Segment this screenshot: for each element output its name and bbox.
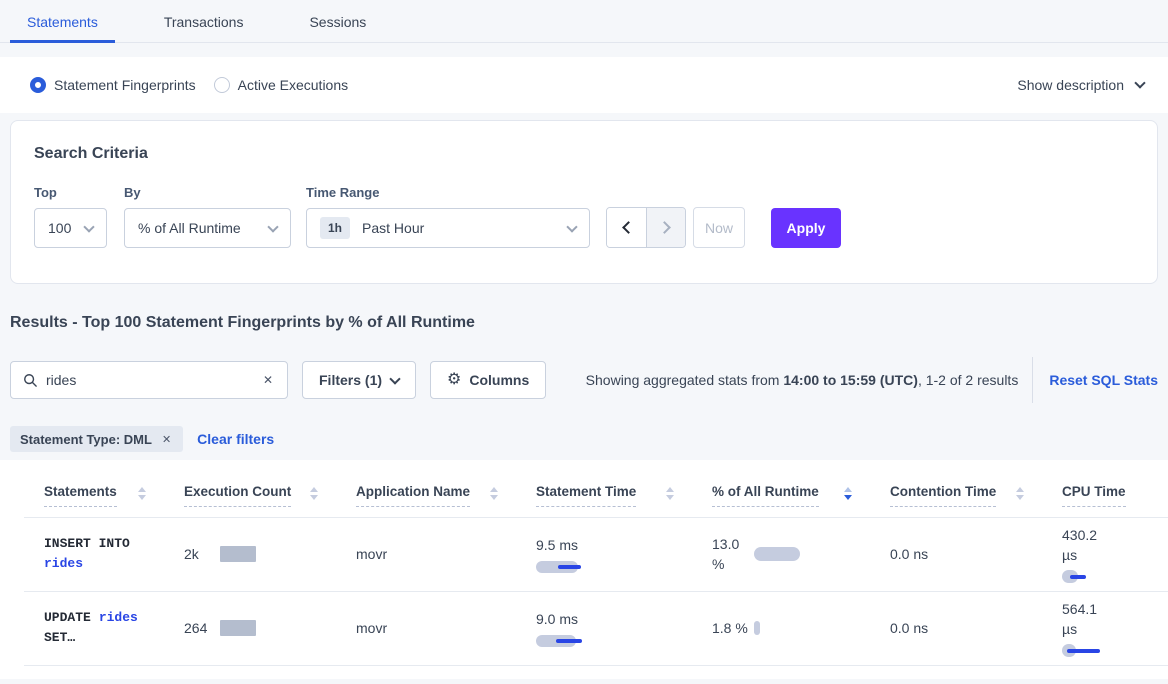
column-header-statements[interactable]: Statements <box>24 460 164 517</box>
cpu-time-cell: 430.2 µs <box>1042 517 1168 591</box>
pct-runtime-bar <box>754 547 800 561</box>
radio-label: Active Executions <box>238 77 349 93</box>
execution-count-cell: 2k <box>164 517 336 591</box>
time-range-select[interactable]: 1h Past Hour <box>306 208 590 248</box>
chevron-down-icon <box>389 373 400 384</box>
sort-icon[interactable] <box>310 487 318 500</box>
clear-filters-link[interactable]: Clear filters <box>197 431 274 447</box>
cpu-time-bar <box>1062 644 1100 657</box>
top-select[interactable]: 100 <box>34 208 107 248</box>
show-description-toggle[interactable]: Show description <box>1017 77 1144 93</box>
contention-time-cell: 0.0 ns <box>870 591 1042 665</box>
gear-icon: ⚙ <box>447 372 461 388</box>
search-criteria-panel: Search Criteria Top 100 By % of All Runt… <box>10 120 1158 284</box>
top-label: Top <box>34 185 107 200</box>
show-description-label: Show description <box>1017 77 1124 93</box>
column-header-pct-all-runtime[interactable]: % of All Runtime <box>692 460 870 517</box>
pct-runtime-bar <box>754 621 760 635</box>
cpu-time-cell: 564.1 µs <box>1042 591 1168 665</box>
count-bar <box>220 620 256 636</box>
top-select-value: 100 <box>48 220 71 236</box>
table-row: INSERT INTO rides 2k movr 9.5 ms 13.0% <box>24 517 1168 591</box>
chevron-right-icon <box>658 221 671 234</box>
count-bar <box>220 546 256 562</box>
statement-time-bar <box>536 635 582 647</box>
statements-table: Statements Execution Count Application N… <box>24 460 1168 666</box>
tab-bar: Statements Transactions Sessions <box>0 0 1168 43</box>
statement-link[interactable]: rides <box>44 556 83 571</box>
statement-cell[interactable]: UPDATErides SET… <box>24 591 164 665</box>
by-label: By <box>124 185 306 200</box>
radio-selected-icon <box>30 77 46 93</box>
close-icon[interactable]: ✕ <box>160 431 173 448</box>
panel-title: Search Criteria <box>34 145 1134 163</box>
chevron-left-icon <box>622 221 635 234</box>
next-time-button[interactable] <box>646 208 685 247</box>
results-heading: Results - Top 100 Statement Fingerprints… <box>10 314 1168 334</box>
pct-runtime-cell: 1.8 % <box>692 591 870 665</box>
application-name-cell: movr <box>336 591 516 665</box>
sort-icon[interactable] <box>490 487 498 500</box>
statements-table-section: Statements Execution Count Application N… <box>0 460 1168 679</box>
by-select[interactable]: % of All Runtime <box>124 208 291 248</box>
table-header-row: Statements Execution Count Application N… <box>24 460 1168 517</box>
time-range-value: Past Hour <box>362 220 424 236</box>
prev-time-button[interactable] <box>607 208 646 247</box>
chevron-down-icon <box>566 221 577 232</box>
by-select-value: % of All Runtime <box>138 220 241 236</box>
statement-time-bar <box>536 561 581 573</box>
sort-icon[interactable] <box>666 487 674 500</box>
statement-search-box[interactable]: ✕ <box>10 361 288 399</box>
statement-time-cell: 9.0 ms <box>516 591 692 665</box>
statement-cell[interactable]: INSERT INTO rides <box>24 517 164 591</box>
column-header-contention-time[interactable]: Contention Time <box>870 460 1042 517</box>
clear-search-icon[interactable]: ✕ <box>261 371 275 389</box>
sql-activity-page: Statements Transactions Sessions Stateme… <box>0 0 1168 679</box>
reset-sql-stats-link[interactable]: Reset SQL Stats <box>1049 372 1158 388</box>
contention-time-cell: 0.0 ns <box>870 517 1042 591</box>
columns-label: Columns <box>469 372 529 388</box>
chevron-down-icon <box>1134 77 1145 88</box>
filters-label: Filters (1) <box>319 372 382 388</box>
table-row: UPDATErides SET… 264 movr 9.0 ms 1.8 % <box>24 591 1168 665</box>
sort-icon[interactable] <box>1016 487 1024 500</box>
chevron-down-icon <box>267 221 278 232</box>
statement-time-cell: 9.5 ms <box>516 517 692 591</box>
columns-button[interactable]: ⚙ Columns <box>430 361 546 399</box>
sort-icon[interactable] <box>138 487 146 500</box>
search-icon <box>23 373 37 387</box>
time-range-badge: 1h <box>320 217 350 239</box>
pct-runtime-cell: 13.0% <box>692 517 870 591</box>
execution-count-cell: 264 <box>164 591 336 665</box>
now-button[interactable]: Now <box>693 207 745 248</box>
chevron-down-icon <box>83 221 94 232</box>
column-header-cpu-time[interactable]: CPU Time <box>1042 460 1168 517</box>
radio-statement-fingerprints[interactable]: Statement Fingerprints <box>30 77 196 93</box>
column-header-execution-count[interactable]: Execution Count <box>164 460 336 517</box>
tab-statements[interactable]: Statements <box>10 2 115 43</box>
radio-active-executions[interactable]: Active Executions <box>214 77 349 93</box>
column-header-statement-time[interactable]: Statement Time <box>516 460 692 517</box>
radio-label: Statement Fingerprints <box>54 77 196 93</box>
filter-chip-label: Statement Type: DML <box>20 432 152 447</box>
filter-chip-statement-type[interactable]: Statement Type: DML ✕ <box>10 426 183 452</box>
time-nav-group <box>606 207 686 248</box>
application-name-cell: movr <box>336 517 516 591</box>
time-range-label: Time Range <box>306 185 606 200</box>
filter-chip-row: Statement Type: DML ✕ Clear filters <box>10 426 1168 452</box>
radio-unselected-icon <box>214 77 230 93</box>
statement-link[interactable]: rides <box>99 610 138 625</box>
aggregated-stats-text: Showing aggregated stats from 14:00 to 1… <box>586 372 1019 388</box>
view-toggle-bar: Statement Fingerprints Active Executions… <box>0 57 1168 113</box>
filters-button[interactable]: Filters (1) <box>302 361 416 399</box>
tab-sessions[interactable]: Sessions <box>292 2 383 43</box>
column-header-application-name[interactable]: Application Name <box>336 460 516 517</box>
search-input[interactable] <box>46 372 261 388</box>
cpu-time-bar <box>1062 570 1086 583</box>
apply-button[interactable]: Apply <box>771 208 841 248</box>
results-controls: ✕ Filters (1) ⚙ Columns Showing aggregat… <box>10 360 1158 400</box>
tab-transactions[interactable]: Transactions <box>147 2 261 43</box>
divider <box>1032 357 1033 403</box>
sort-icon-active[interactable] <box>844 487 852 500</box>
